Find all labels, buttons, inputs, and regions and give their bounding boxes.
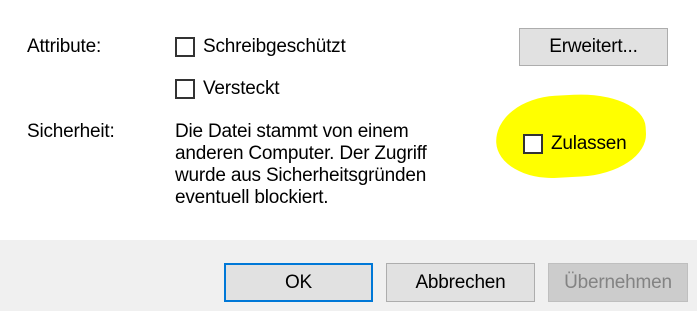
apply-button[interactable]: Übernehmen	[548, 263, 688, 302]
security-message-line: wurde aus Sicherheitsgründen	[175, 165, 427, 186]
security-label: Sicherheit:	[27, 121, 115, 142]
allow-checkbox[interactable]	[523, 134, 543, 154]
dialog-button-bar: OK Abbrechen Übernehmen	[0, 240, 697, 311]
hidden-checkbox[interactable]	[175, 79, 195, 99]
security-message: Die Datei stammt von einem anderen Compu…	[175, 121, 427, 209]
security-message-line: Die Datei stammt von einem	[175, 121, 409, 142]
hidden-checkbox-label[interactable]: Versteckt	[203, 78, 280, 100]
readonly-checkbox-row[interactable]: Schreibgeschützt	[175, 34, 346, 60]
security-message-line: anderen Computer. Der Zugriff	[175, 143, 427, 164]
readonly-checkbox[interactable]	[175, 37, 195, 57]
security-message-line: eventuell blockiert.	[175, 187, 329, 208]
hidden-checkbox-row[interactable]: Versteckt	[175, 76, 280, 102]
advanced-button[interactable]: Erweitert...	[519, 28, 668, 66]
properties-content: Attribute: Schreibgeschützt Versteckt Er…	[0, 0, 697, 240]
attributes-label: Attribute:	[27, 36, 102, 57]
allow-checkbox-row[interactable]: Zulassen	[523, 131, 627, 157]
readonly-checkbox-label[interactable]: Schreibgeschützt	[203, 36, 346, 58]
allow-checkbox-label[interactable]: Zulassen	[551, 133, 627, 155]
cancel-button[interactable]: Abbrechen	[386, 263, 535, 302]
ok-button[interactable]: OK	[224, 263, 373, 302]
